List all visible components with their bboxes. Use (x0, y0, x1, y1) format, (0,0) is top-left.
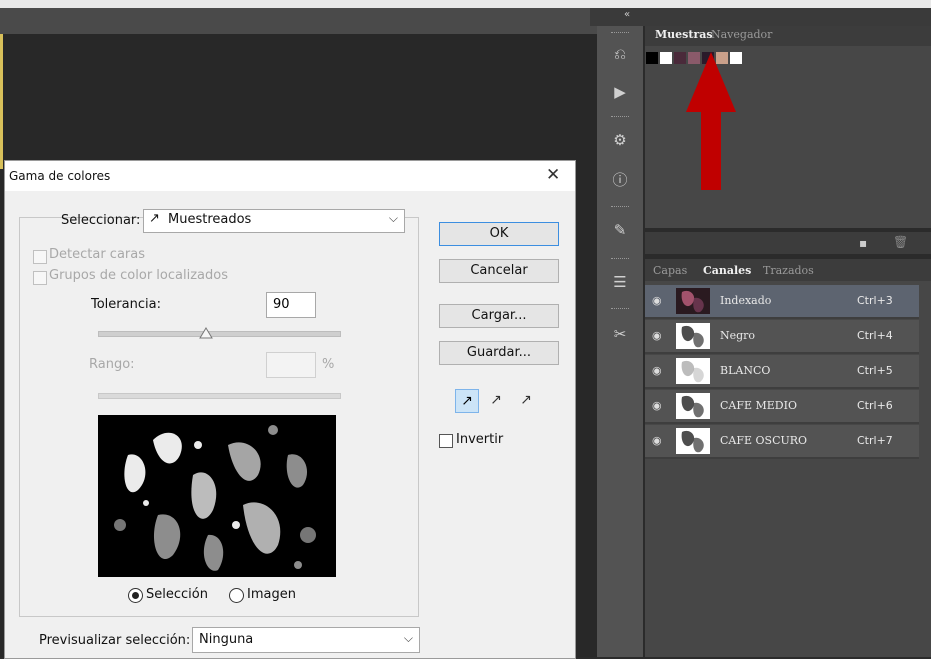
preview-label: Previsualizar selección: (39, 633, 191, 648)
channel-row[interactable]: ◉ CAFE OSCURO Ctrl+7 (645, 425, 919, 459)
eyedropper-icon[interactable]: ↗ (455, 389, 479, 413)
trash-icon[interactable]: 🗑 (893, 235, 908, 249)
history-icon[interactable]: ⎌ (603, 40, 637, 68)
document-tab-bar (0, 8, 600, 34)
ok-button[interactable]: OK (439, 222, 559, 246)
tolerance-label: Tolerancia: (91, 297, 161, 312)
visibility-eye-icon[interactable]: ◉ (652, 399, 662, 412)
channel-row[interactable]: ◉ Negro Ctrl+4 (645, 320, 919, 354)
detect-faces-label: Detectar caras (49, 247, 145, 262)
channel-shortcut: Ctrl+6 (857, 399, 893, 412)
grip-handle[interactable] (611, 116, 629, 119)
grip-handle[interactable] (611, 32, 629, 35)
select-dropdown[interactable]: ↗ Muestreados ⌵ (143, 209, 405, 233)
panel-icon-strip: ⎌ ▶ ⚙ ⓘ ✎ ☰ ✂ (597, 26, 643, 657)
range-input (266, 352, 316, 378)
select-label: Seleccionar: (61, 213, 141, 228)
load-button[interactable]: Cargar... (439, 304, 559, 328)
swatch[interactable] (646, 52, 658, 64)
channel-shortcut: Ctrl+4 (857, 329, 893, 342)
chevron-down-icon: ⌵ (403, 631, 413, 645)
tab-paths[interactable]: Trazados (763, 264, 814, 277)
range-label: Rango: (89, 357, 135, 372)
dialog-titlebar: Gama de colores ✕ (5, 161, 575, 191)
image-radio-label: Imagen (247, 587, 296, 602)
eyedropper-plus-icon[interactable]: ↗ (485, 389, 507, 411)
channel-name: Negro (720, 329, 756, 342)
close-icon[interactable]: ✕ (546, 165, 560, 185)
preview-value: Ninguna (199, 632, 254, 647)
channel-row[interactable]: ◉ CAFE MEDIO Ctrl+6 (645, 390, 919, 424)
channel-name: BLANCO (720, 364, 771, 377)
tool-presets-icon[interactable]: ✂ (603, 320, 637, 348)
visibility-eye-icon[interactable]: ◉ (652, 434, 662, 447)
select-value: Muestreados (168, 212, 252, 227)
eyedropper-minus-icon[interactable]: ↗ (515, 389, 537, 411)
selection-radio-label: Selección (146, 587, 208, 602)
channels-panel: Capas Canales Trazados ◉ Indexado Ctrl+3 ◉ N… (645, 259, 931, 657)
layer-comps-icon[interactable]: ☰ (603, 268, 637, 296)
tolerance-slider-thumb[interactable] (199, 327, 214, 339)
localized-groups-checkbox[interactable] (33, 271, 47, 285)
top-strip (0, 0, 931, 8)
new-swatch-icon[interactable]: ▪ (859, 236, 867, 250)
channel-thumbnail (676, 393, 710, 419)
selection-preview-image (98, 415, 336, 577)
tolerance-value: 90 (273, 297, 290, 312)
visibility-eye-icon[interactable]: ◉ (652, 329, 662, 342)
range-slider-track (98, 393, 341, 399)
channel-row[interactable]: ◉ BLANCO Ctrl+5 (645, 355, 919, 389)
swatches-footer: ▪ 🗑 (645, 232, 931, 254)
channel-thumbnail (676, 323, 710, 349)
detect-faces-checkbox[interactable] (33, 250, 47, 264)
channel-thumbnail (676, 288, 710, 314)
tolerance-input[interactable]: 90 (266, 292, 316, 318)
invert-checkbox[interactable] (439, 434, 453, 448)
cancel-button[interactable]: Cancelar (439, 259, 559, 283)
tab-channels[interactable]: Canales (703, 264, 751, 277)
channel-name: CAFE MEDIO (720, 399, 797, 412)
channel-name: CAFE OSCURO (720, 434, 808, 447)
invert-label: Invertir (456, 432, 504, 447)
channel-thumbnail (676, 428, 710, 454)
grip-handle[interactable] (611, 258, 629, 261)
range-unit: % (322, 357, 335, 372)
properties-icon[interactable]: ⚙ (603, 126, 637, 154)
channel-shortcut: Ctrl+3 (857, 294, 893, 307)
brush-presets-icon[interactable]: ✎ (603, 216, 637, 244)
eyedropper-icon: ↗ (149, 211, 160, 226)
channels-tabbar: Capas Canales Trazados (645, 259, 931, 281)
actions-play-icon[interactable]: ▶ (603, 78, 637, 106)
annotation-arrow (686, 52, 736, 190)
tolerance-slider-track[interactable] (98, 331, 341, 337)
visibility-eye-icon[interactable]: ◉ (652, 294, 662, 307)
chevron-down-icon: ⌵ (388, 211, 398, 225)
panel-header-bar (590, 8, 931, 26)
swatch[interactable] (660, 52, 672, 64)
selection-radio[interactable] (128, 588, 143, 603)
grip-handle[interactable] (611, 308, 629, 311)
channel-row[interactable]: ◉ Indexado Ctrl+3 (645, 285, 919, 319)
canvas-edge (0, 34, 3, 169)
channel-thumbnail (676, 358, 710, 384)
visibility-eye-icon[interactable]: ◉ (652, 364, 662, 377)
localized-groups-label: Grupos de color localizados (49, 268, 228, 283)
tab-swatches[interactable]: Muestras (655, 28, 713, 41)
channel-name: Indexado (720, 294, 772, 307)
info-icon[interactable]: ⓘ (603, 166, 637, 194)
dialog-title: Gama de colores (9, 169, 111, 183)
channel-shortcut: Ctrl+7 (857, 434, 893, 447)
channel-shortcut: Ctrl+5 (857, 364, 893, 377)
save-button[interactable]: Guardar... (439, 341, 559, 365)
collapse-panels-icon[interactable]: « (624, 9, 630, 20)
tab-navigator[interactable]: Navegador (711, 28, 772, 41)
tab-layers[interactable]: Capas (653, 264, 687, 277)
image-radio[interactable] (229, 588, 244, 603)
grip-handle[interactable] (611, 206, 629, 209)
color-range-dialog: Gama de colores ✕ Seleccionar: ↗ Muestre… (4, 160, 576, 659)
preview-dropdown[interactable]: Ninguna ⌵ (192, 627, 420, 653)
